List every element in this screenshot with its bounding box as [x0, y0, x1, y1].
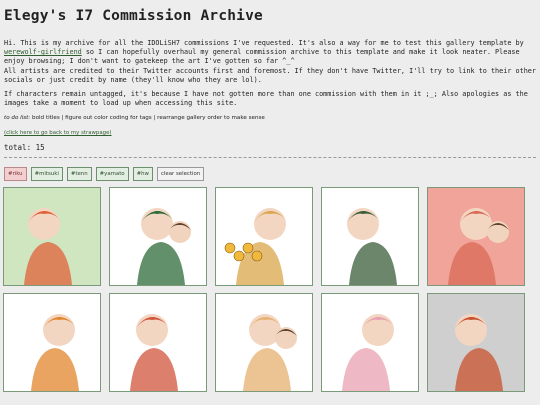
tag-filter-bar: #riku #mitsuki #tenn #yamato #hw clear s… [4, 167, 205, 181]
duo-lounging-art [110, 294, 206, 391]
gallery-thumbnail[interactable] [321, 187, 419, 286]
archive-page: Elegy's I7 Commission Archive Hi. This i… [0, 0, 540, 405]
todo-label: to do list: [4, 115, 31, 121]
page-title: Elegy's I7 Commission Archive [4, 8, 263, 24]
redhead-jacket-art [4, 294, 100, 391]
credits-paragraph: All artists are credited to their Twitte… [4, 67, 536, 84]
intro-paragraph: Hi. This is my archive for all the IDOLi… [4, 39, 536, 66]
filter-tenn[interactable]: #tenn [66, 167, 92, 181]
filter-mitsuki[interactable]: #mitsuki [30, 167, 63, 181]
untagged-paragraph: If characters remain untagged, it's beca… [4, 90, 528, 107]
gallery-thumbnail[interactable] [215, 187, 313, 286]
back-to-strawpage-link[interactable]: (click here to go back to my strawpage) [4, 130, 112, 136]
redhead-portrait-art [428, 294, 524, 391]
todo-text: bold titles | figure out color coding fo… [30, 115, 265, 121]
gallery-thumbnail[interactable] [427, 293, 525, 392]
sunflowers-duo-art [216, 188, 312, 285]
gallery-thumbnail[interactable] [427, 187, 525, 286]
divider [4, 157, 536, 158]
todo-list: to do list: bold titles | figure out col… [4, 115, 265, 121]
redhead-guitar-art [428, 188, 524, 285]
template-credit-link[interactable]: werewolf-girlfriend [4, 48, 82, 56]
gallery-thumbnail[interactable] [3, 293, 101, 392]
gallery-thumbnail[interactable] [321, 293, 419, 392]
intro-text-cont: so I can hopefully overhaul my general c… [4, 48, 520, 65]
gallery-thumbnail[interactable] [109, 293, 207, 392]
filter-yamato[interactable]: #yamato [95, 167, 129, 181]
group-dance-art [322, 188, 418, 285]
filter-hw[interactable]: #hw [132, 167, 153, 181]
group-idols-art [110, 188, 206, 285]
gallery-thumbnail[interactable] [3, 187, 101, 286]
gallery-thumbnail[interactable] [215, 293, 313, 392]
intro-text: Hi. This is my archive for all the IDOLi… [4, 39, 524, 47]
duo-ribbons-art [322, 294, 418, 391]
redhead-boy-harmonica-art [4, 188, 100, 285]
clear-selection-button[interactable]: clear selection [156, 167, 205, 181]
filter-riku[interactable]: #riku [4, 167, 27, 181]
total-count: total: 15 [4, 143, 45, 152]
gallery-thumbnail[interactable] [109, 187, 207, 286]
duo-hug-art [216, 294, 312, 391]
